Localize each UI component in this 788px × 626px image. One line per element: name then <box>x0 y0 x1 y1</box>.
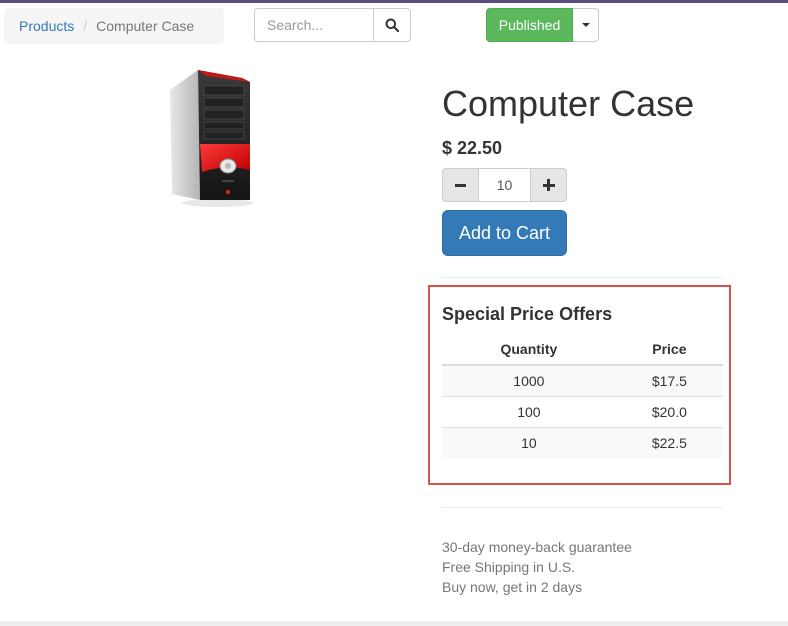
minus-icon <box>455 183 466 187</box>
feature-list: 30-day money-back guarantee Free Shippin… <box>442 537 632 597</box>
column-header-quantity: Quantity <box>442 334 616 366</box>
quantity-input[interactable] <box>479 168 530 202</box>
offer-price: $22.5 <box>615 426 723 458</box>
breadcrumb-link-products[interactable]: Products <box>19 18 74 34</box>
offer-price: $20.0 <box>615 395 723 427</box>
divider <box>442 507 723 508</box>
search-input[interactable] <box>254 8 373 42</box>
table-header-row: Quantity Price <box>442 334 723 366</box>
offer-quantity: 10 <box>442 426 616 458</box>
breadcrumb-current: Computer Case <box>96 18 195 34</box>
feature-item: Free Shipping in U.S. <box>442 559 576 575</box>
offer-quantity: 1000 <box>442 365 616 396</box>
plus-icon <box>542 179 555 191</box>
search-group <box>254 8 411 42</box>
publish-dropdown-toggle[interactable] <box>573 8 599 42</box>
special-offers-title: Special Price Offers <box>442 304 613 324</box>
breadcrumb-separator: / <box>83 18 88 34</box>
table-row: 10 $22.5 <box>442 426 723 458</box>
increase-quantity-button[interactable] <box>530 168 567 202</box>
divider <box>442 277 723 278</box>
caret-down-icon <box>581 23 590 27</box>
special-offers-table: Quantity Price 1000 $17.5 100 $20.0 10 $… <box>442 334 723 458</box>
top-border <box>0 0 788 3</box>
feature-item: 30-day money-back guarantee <box>442 539 632 555</box>
table-row: 1000 $17.5 <box>442 365 723 396</box>
decrease-quantity-button[interactable] <box>442 168 479 202</box>
product-title: Computer Case <box>442 83 695 124</box>
publish-status-group: Published <box>486 8 599 42</box>
breadcrumb: Products / Computer Case <box>4 8 224 44</box>
offer-price: $17.5 <box>615 365 723 396</box>
column-header-price: Price <box>615 334 723 366</box>
add-to-cart-button[interactable]: Add to Cart <box>442 210 567 256</box>
product-price: $ 22.50 <box>442 138 503 158</box>
search-button[interactable] <box>373 8 411 42</box>
bottom-border <box>0 621 788 626</box>
quantity-stepper <box>442 168 567 202</box>
search-icon <box>385 18 399 32</box>
offer-quantity: 100 <box>442 395 616 427</box>
table-row: 100 $20.0 <box>442 395 723 427</box>
published-button[interactable]: Published <box>486 8 573 42</box>
product-image <box>170 70 254 207</box>
feature-item: Buy now, get in 2 days <box>442 579 583 595</box>
